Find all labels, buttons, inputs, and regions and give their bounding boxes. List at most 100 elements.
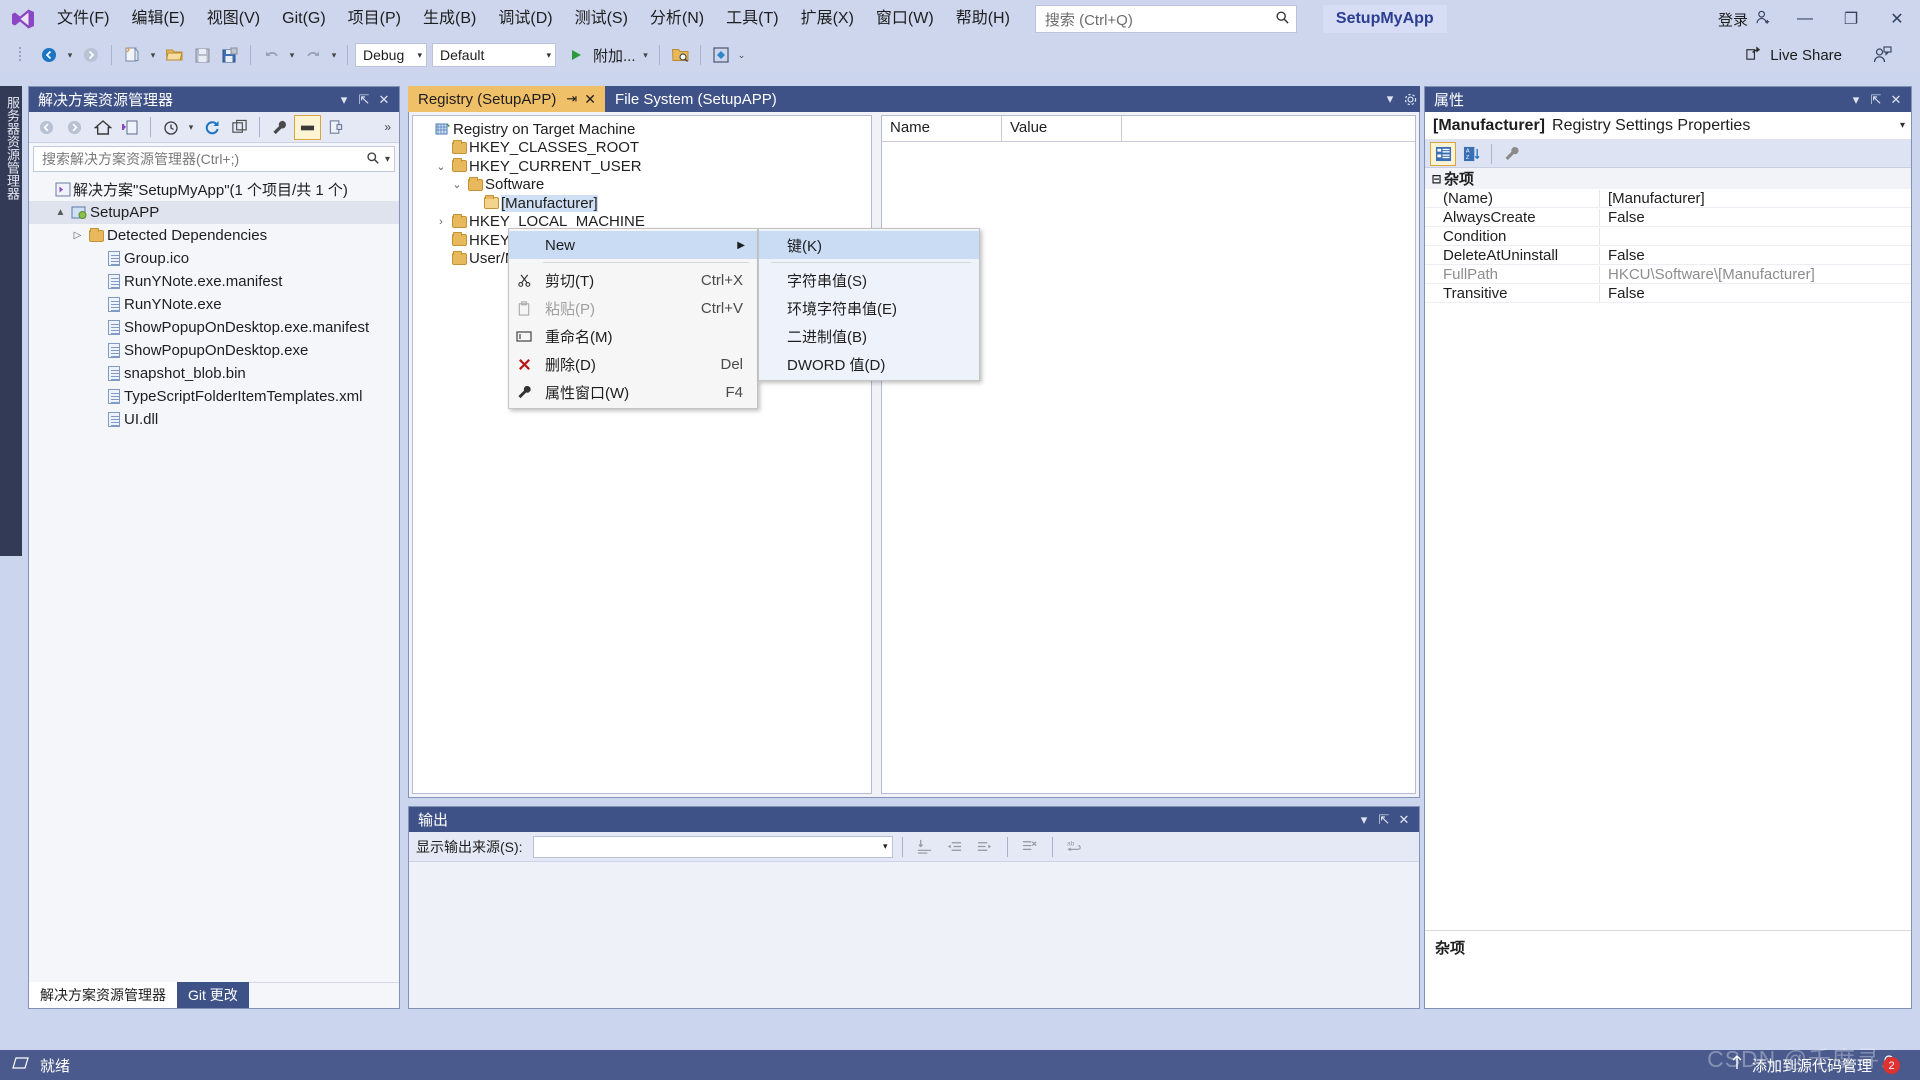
tab-solution-explorer[interactable]: 解决方案资源管理器 [29, 982, 177, 1008]
property-row[interactable]: Condition [1425, 227, 1911, 246]
attach-label[interactable]: 附加... [591, 45, 638, 66]
solution-tree-item[interactable]: snapshot_blob.bin [29, 362, 399, 385]
solution-tree-item[interactable]: RunYNote.exe.manifest [29, 270, 399, 293]
solution-configuration-combo[interactable]: Debug▾ [355, 43, 427, 67]
submenu-item-environment-string-value[interactable]: 环境字符串值(E) [759, 294, 979, 322]
submenu-item-dword-value[interactable]: DWORD 值(D) [759, 350, 979, 378]
solution-explorer-search-input[interactable]: 搜索解决方案资源管理器(Ctrl+;) ▾ [33, 146, 395, 172]
submenu-item-binary-value[interactable]: 二进制值(B) [759, 322, 979, 350]
solution-tree-item[interactable]: Group.ico [29, 247, 399, 270]
properties-dropdown-icon[interactable]: ▾ [1846, 89, 1866, 111]
context-menu-item-cut[interactable]: 剪切(T) Ctrl+X [509, 266, 757, 294]
property-pages-wrench-icon[interactable] [1499, 142, 1525, 166]
forward-icon[interactable] [61, 115, 88, 140]
active-files-dropdown-icon[interactable]: ▾ [1380, 88, 1400, 110]
sync-with-active-document-icon[interactable] [117, 115, 144, 140]
filter-dropdown-icon[interactable]: ▾ [185, 122, 197, 133]
toggle-word-wrap-icon[interactable]: ab [1062, 835, 1088, 859]
find-message-in-code-icon[interactable] [912, 835, 938, 859]
output-pin-icon[interactable]: ⇱ [1374, 809, 1394, 831]
go-to-previous-message-icon[interactable] [942, 835, 968, 859]
live-share-button[interactable]: Live Share [1745, 38, 1842, 72]
tree-twisty-icon[interactable]: ▷ [69, 230, 86, 241]
navigate-back-icon[interactable] [36, 42, 62, 68]
menu-tools[interactable]: 工具(T) [715, 4, 789, 34]
solution-tree-item[interactable]: ShowPopupOnDesktop.exe [29, 339, 399, 362]
tab-file-system[interactable]: File System (SetupAPP) [605, 86, 786, 112]
properties-pin-icon[interactable]: ⇱ [1866, 89, 1886, 111]
properties-object-selector[interactable]: [Manufacturer] Registry Settings Propert… [1425, 112, 1911, 140]
tree-twisty-icon[interactable]: ▲ [52, 207, 69, 218]
menu-edit[interactable]: 编辑(E) [120, 4, 195, 34]
menu-help[interactable]: 帮助(H) [945, 4, 1021, 34]
registry-tree-twisty-icon[interactable]: › [433, 216, 449, 228]
solution-explorer-close-icon[interactable]: ✕ [374, 89, 394, 111]
global-search-box[interactable]: 搜索 (Ctrl+Q) [1035, 5, 1297, 33]
chevron-down-icon[interactable]: ▾ [1900, 120, 1905, 131]
solution-explorer-pin-icon[interactable]: ⇱ [354, 89, 374, 111]
tab-settings-gear-icon[interactable] [1400, 88, 1420, 110]
solution-tree-item[interactable]: RunYNote.exe [29, 293, 399, 316]
registry-tree-item[interactable]: Registry on Target Machine [413, 120, 871, 139]
live-preview-icon[interactable] [708, 42, 734, 68]
save-all-icon[interactable] [217, 42, 243, 68]
output-source-combo[interactable]: ▾ [533, 836, 893, 858]
registry-tree-twisty-icon[interactable]: ⌄ [433, 160, 449, 173]
solution-tree-item[interactable]: TypeScriptFolderItemTemplates.xml [29, 385, 399, 408]
attach-dropdown-icon[interactable]: ▾ [640, 50, 652, 61]
submenu-item-string-value[interactable]: 字符串值(S) [759, 266, 979, 294]
minimize-button[interactable]: — [1782, 0, 1828, 38]
search-folder-icon[interactable] [667, 42, 693, 68]
solution-tree-item[interactable]: ShowPopupOnDesktop.exe.manifest [29, 316, 399, 339]
output-close-icon[interactable]: ✕ [1394, 809, 1414, 831]
property-row[interactable]: DeleteAtUninstallFalse [1425, 246, 1911, 265]
property-row[interactable]: (Name)[Manufacturer] [1425, 189, 1911, 208]
property-value[interactable]: HKCU\Software\[Manufacturer] [1600, 266, 1911, 283]
registry-tree-item[interactable]: ⌄Software [413, 176, 871, 195]
sign-in-button[interactable]: 登录 [1708, 9, 1782, 30]
open-file-icon[interactable] [161, 42, 187, 68]
back-icon[interactable] [33, 115, 60, 140]
solution-explorer-dropdown-icon[interactable]: ▾ [334, 89, 354, 111]
property-row[interactable]: AlwaysCreateFalse [1425, 208, 1911, 227]
navigate-back-dropdown-icon[interactable]: ▾ [64, 50, 76, 61]
registry-tree-item[interactable]: ⌄HKEY_CURRENT_USER [413, 157, 871, 176]
pending-changes-filter-icon[interactable] [157, 115, 184, 140]
go-to-next-message-icon[interactable] [972, 835, 998, 859]
menu-git[interactable]: Git(G) [271, 4, 337, 34]
registry-tree-item[interactable]: HKEY_CLASSES_ROOT [413, 139, 871, 158]
categorized-view-icon[interactable] [1430, 142, 1456, 166]
tab-close-icon[interactable]: ✕ [584, 91, 596, 108]
output-dropdown-icon[interactable]: ▾ [1354, 809, 1374, 831]
solution-tree-item[interactable]: UI.dll [29, 408, 399, 431]
property-value[interactable]: False [1600, 209, 1911, 226]
tab-pin-icon[interactable]: ⇥ [566, 91, 577, 107]
properties-close-icon[interactable]: ✕ [1886, 89, 1906, 111]
restore-button[interactable]: ❐ [1828, 0, 1874, 38]
registry-tree-twisty-icon[interactable]: ⌄ [449, 178, 465, 191]
redo-icon[interactable] [300, 42, 326, 68]
add-to-source-control-label[interactable]: 添加到源代码管理 [1752, 1055, 1872, 1076]
tab-git-changes[interactable]: Git 更改 [177, 982, 249, 1008]
new-project-icon[interactable] [119, 42, 145, 68]
context-menu-item-properties-window[interactable]: 属性窗口(W) F4 [509, 378, 757, 406]
output-text-area[interactable] [411, 863, 1417, 1006]
property-value[interactable]: False [1600, 285, 1911, 302]
preview-selected-items-icon[interactable] [294, 115, 321, 140]
show-all-files-icon[interactable] [322, 115, 349, 140]
navigate-forward-icon[interactable] [78, 42, 104, 68]
notifications-bell-icon[interactable]: 2 [1880, 1054, 1906, 1076]
property-row[interactable]: FullPathHKCU\Software\[Manufacturer] [1425, 265, 1911, 284]
solution-tree-item[interactable]: ▲SetupAPP [29, 201, 399, 224]
tab-registry[interactable]: Registry (SetupAPP) ⇥ ✕ [408, 86, 605, 112]
menu-project[interactable]: 项目(P) [337, 4, 412, 34]
menu-extensions[interactable]: 扩展(X) [790, 4, 865, 34]
close-button[interactable]: ✕ [1874, 0, 1920, 38]
undo-dropdown-icon[interactable]: ▾ [286, 50, 298, 61]
menu-file[interactable]: 文件(F) [46, 4, 120, 34]
menu-view[interactable]: 视图(V) [196, 4, 271, 34]
redo-dropdown-icon[interactable]: ▾ [328, 50, 340, 61]
refresh-icon[interactable] [198, 115, 225, 140]
new-project-dropdown-icon[interactable]: ▾ [147, 50, 159, 61]
menu-test[interactable]: 测试(S) [564, 4, 639, 34]
